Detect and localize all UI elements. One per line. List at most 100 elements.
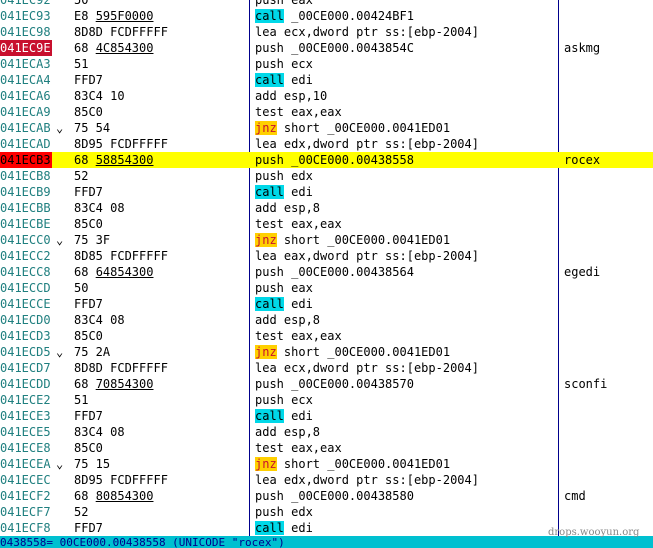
instruction-cell[interactable]: call edi: [255, 296, 313, 312]
hex-dump-cell[interactable]: 85C0: [74, 216, 103, 232]
instruction-cell[interactable]: call edi: [255, 72, 313, 88]
address-cell[interactable]: 041EC9E: [0, 40, 52, 56]
hex-dump-cell[interactable]: 85C0: [74, 104, 103, 120]
hex-dump-cell[interactable]: 8D95 FCDFFFFF: [74, 136, 168, 152]
hex-dump-cell[interactable]: FFD7: [74, 520, 103, 536]
address-cell[interactable]: 041ECA3: [0, 56, 52, 72]
instruction-cell[interactable]: call edi: [255, 520, 313, 536]
address-cell[interactable]: 041EC98: [0, 24, 52, 40]
instruction-cell[interactable]: lea ecx,dword ptr ss:[ebp-2004]: [255, 24, 479, 40]
comment-cell[interactable]: rocex: [564, 152, 600, 168]
disasm-row[interactable]: 041ECCE FFD7 call edi: [0, 296, 653, 312]
disasm-row[interactable]: 041ECCD 50 push eax: [0, 280, 653, 296]
instruction-cell[interactable]: push _00CE000.00438570: [255, 376, 414, 392]
instruction-cell[interactable]: push ecx: [255, 56, 313, 72]
disasm-row[interactable]: 041ECA3 51 push ecx: [0, 56, 653, 72]
disasm-row[interactable]: 041ECD0 83C4 08 add esp,8: [0, 312, 653, 328]
hex-dump-cell[interactable]: 75 3F: [74, 232, 110, 248]
disasm-row[interactable]: 041ECA6 83C4 10 add esp,10: [0, 88, 653, 104]
address-cell[interactable]: 041ECE5: [0, 424, 52, 440]
disasm-row-selected[interactable]: 041ECB3 68 58854300 push _00CE000.00438558…: [0, 152, 653, 168]
hex-operand-link[interactable]: 4C854300: [96, 41, 154, 55]
comment-cell[interactable]: cmd: [564, 488, 586, 504]
instruction-cell[interactable]: push _00CE000.00438580: [255, 488, 414, 504]
address-cell[interactable]: 041EC93: [0, 8, 52, 24]
address-cell[interactable]: 041ECD5: [0, 344, 52, 360]
hex-dump-cell[interactable]: 8D95 FCDFFFFF: [74, 472, 168, 488]
address-cell[interactable]: 041ECF8: [0, 520, 52, 536]
instruction-cell[interactable]: push _00CE000.0043854C: [255, 40, 414, 56]
address-cell[interactable]: 041ECB3: [0, 152, 52, 168]
address-cell[interactable]: 041ECD3: [0, 328, 52, 344]
address-cell[interactable]: 041ECB9: [0, 184, 52, 200]
disasm-row[interactable]: 041EC93 E8 595F0000 call _00CE000.00424BF1: [0, 8, 653, 24]
instruction-cell[interactable]: lea edx,dword ptr ss:[ebp-2004]: [255, 136, 479, 152]
address-cell[interactable]: 041ECE3: [0, 408, 52, 424]
instruction-cell[interactable]: push _00CE000.00438558: [255, 152, 414, 168]
hex-dump-cell[interactable]: FFD7: [74, 72, 103, 88]
disasm-row[interactable]: 041ECF7 52 push edx: [0, 504, 653, 520]
disasm-row[interactable]: 041ECA4 FFD7 call edi: [0, 72, 653, 88]
disasm-row[interactable]: 041ECF2 68 80854300 push _00CE000.00438580…: [0, 488, 653, 504]
hex-dump-cell[interactable]: 68 4C854300: [74, 40, 153, 56]
hex-operand-link[interactable]: 64854300: [96, 265, 154, 279]
disasm-row[interactable]: 041ECE2 51 push ecx: [0, 392, 653, 408]
disasm-row[interactable]: 041ECC8 68 64854300 push _00CE000.00438564…: [0, 264, 653, 280]
disasm-row[interactable]: 041ECB9 FFD7 call edi: [0, 184, 653, 200]
instruction-cell[interactable]: jnz short _00CE000.0041ED01: [255, 232, 450, 248]
disasm-row[interactable]: 041ECE3 FFD7 call edi: [0, 408, 653, 424]
hex-dump-cell[interactable]: 8D8D FCDFFFFF: [74, 360, 168, 376]
instruction-cell[interactable]: push eax: [255, 0, 313, 8]
hex-dump-cell[interactable]: 68 70854300: [74, 376, 153, 392]
address-cell[interactable]: 041ECC0: [0, 232, 52, 248]
instruction-cell[interactable]: jnz short _00CE000.0041ED01: [255, 120, 450, 136]
instruction-cell[interactable]: test eax,eax: [255, 328, 342, 344]
hex-dump-cell[interactable]: FFD7: [74, 296, 103, 312]
hex-dump-cell[interactable]: FFD7: [74, 408, 103, 424]
disasm-row[interactable]: 041ECE5 83C4 08 add esp,8: [0, 424, 653, 440]
hex-dump-cell[interactable]: FFD7: [74, 184, 103, 200]
hex-dump-cell[interactable]: 52: [74, 504, 88, 520]
hex-dump-cell[interactable]: 51: [74, 56, 88, 72]
hex-dump-cell[interactable]: 85C0: [74, 440, 103, 456]
hex-dump-cell[interactable]: 50: [74, 280, 88, 296]
address-cell[interactable]: 041ECA6: [0, 88, 52, 104]
disasm-row[interactable]: 041ECC2 8D85 FCDFFFFF lea eax,dword ptr ss…: [0, 248, 653, 264]
address-cell[interactable]: 041ECCD: [0, 280, 52, 296]
instruction-cell[interactable]: push ecx: [255, 392, 313, 408]
disasm-row[interactable]: 041ECAD 8D95 FCDFFFFF lea edx,dword ptr ss…: [0, 136, 653, 152]
disasm-row[interactable]: 041ECAB ⌄ 75 54 jnz short _00CE000.0041ED01: [0, 120, 653, 136]
instruction-cell[interactable]: test eax,eax: [255, 104, 342, 120]
hex-dump-cell[interactable]: 83C4 10: [74, 88, 125, 104]
hex-dump-cell[interactable]: 83C4 08: [74, 312, 125, 328]
instruction-cell[interactable]: push _00CE000.00438564: [255, 264, 414, 280]
hex-dump-cell[interactable]: 68 58854300: [74, 152, 153, 168]
instruction-cell[interactable]: lea eax,dword ptr ss:[ebp-2004]: [255, 248, 479, 264]
disasm-row[interactable]: 041ECC0 ⌄ 75 3F jnz short _00CE000.0041ED01: [0, 232, 653, 248]
hex-dump-cell[interactable]: 52: [74, 168, 88, 184]
address-cell[interactable]: 041ECA9: [0, 104, 52, 120]
comment-cell[interactable]: sconfi: [564, 376, 607, 392]
address-cell[interactable]: 041ECBE: [0, 216, 52, 232]
hex-dump-cell[interactable]: 68 64854300: [74, 264, 153, 280]
hex-dump-cell[interactable]: 8D8D FCDFFFFF: [74, 24, 168, 40]
instruction-cell[interactable]: call edi: [255, 408, 313, 424]
hex-operand-link[interactable]: 80854300: [96, 489, 154, 503]
disasm-row[interactable]: 041ECDD 68 70854300 push _00CE000.00438570…: [0, 376, 653, 392]
hex-operand-link[interactable]: 58854300: [96, 153, 154, 167]
hex-dump-cell[interactable]: 50: [74, 0, 88, 8]
instruction-cell[interactable]: push eax: [255, 280, 313, 296]
address-cell[interactable]: 041ECDD: [0, 376, 52, 392]
address-cell[interactable]: 041ECF7: [0, 504, 52, 520]
hex-dump-cell[interactable]: 75 15: [74, 456, 110, 472]
instruction-cell[interactable]: push edx: [255, 168, 313, 184]
comment-cell[interactable]: askmg: [564, 40, 600, 56]
hex-dump-cell[interactable]: 85C0: [74, 328, 103, 344]
address-cell[interactable]: 041ECF2: [0, 488, 52, 504]
address-cell[interactable]: 041ECEC: [0, 472, 52, 488]
disasm-row[interactable]: 041ECA9 85C0 test eax,eax: [0, 104, 653, 120]
disasm-row[interactable]: 041EC98 8D8D FCDFFFFF lea ecx,dword ptr ss…: [0, 24, 653, 40]
hex-dump-cell[interactable]: 8D85 FCDFFFFF: [74, 248, 168, 264]
address-cell[interactable]: 041ECA4: [0, 72, 52, 88]
hex-dump-cell[interactable]: 51: [74, 392, 88, 408]
